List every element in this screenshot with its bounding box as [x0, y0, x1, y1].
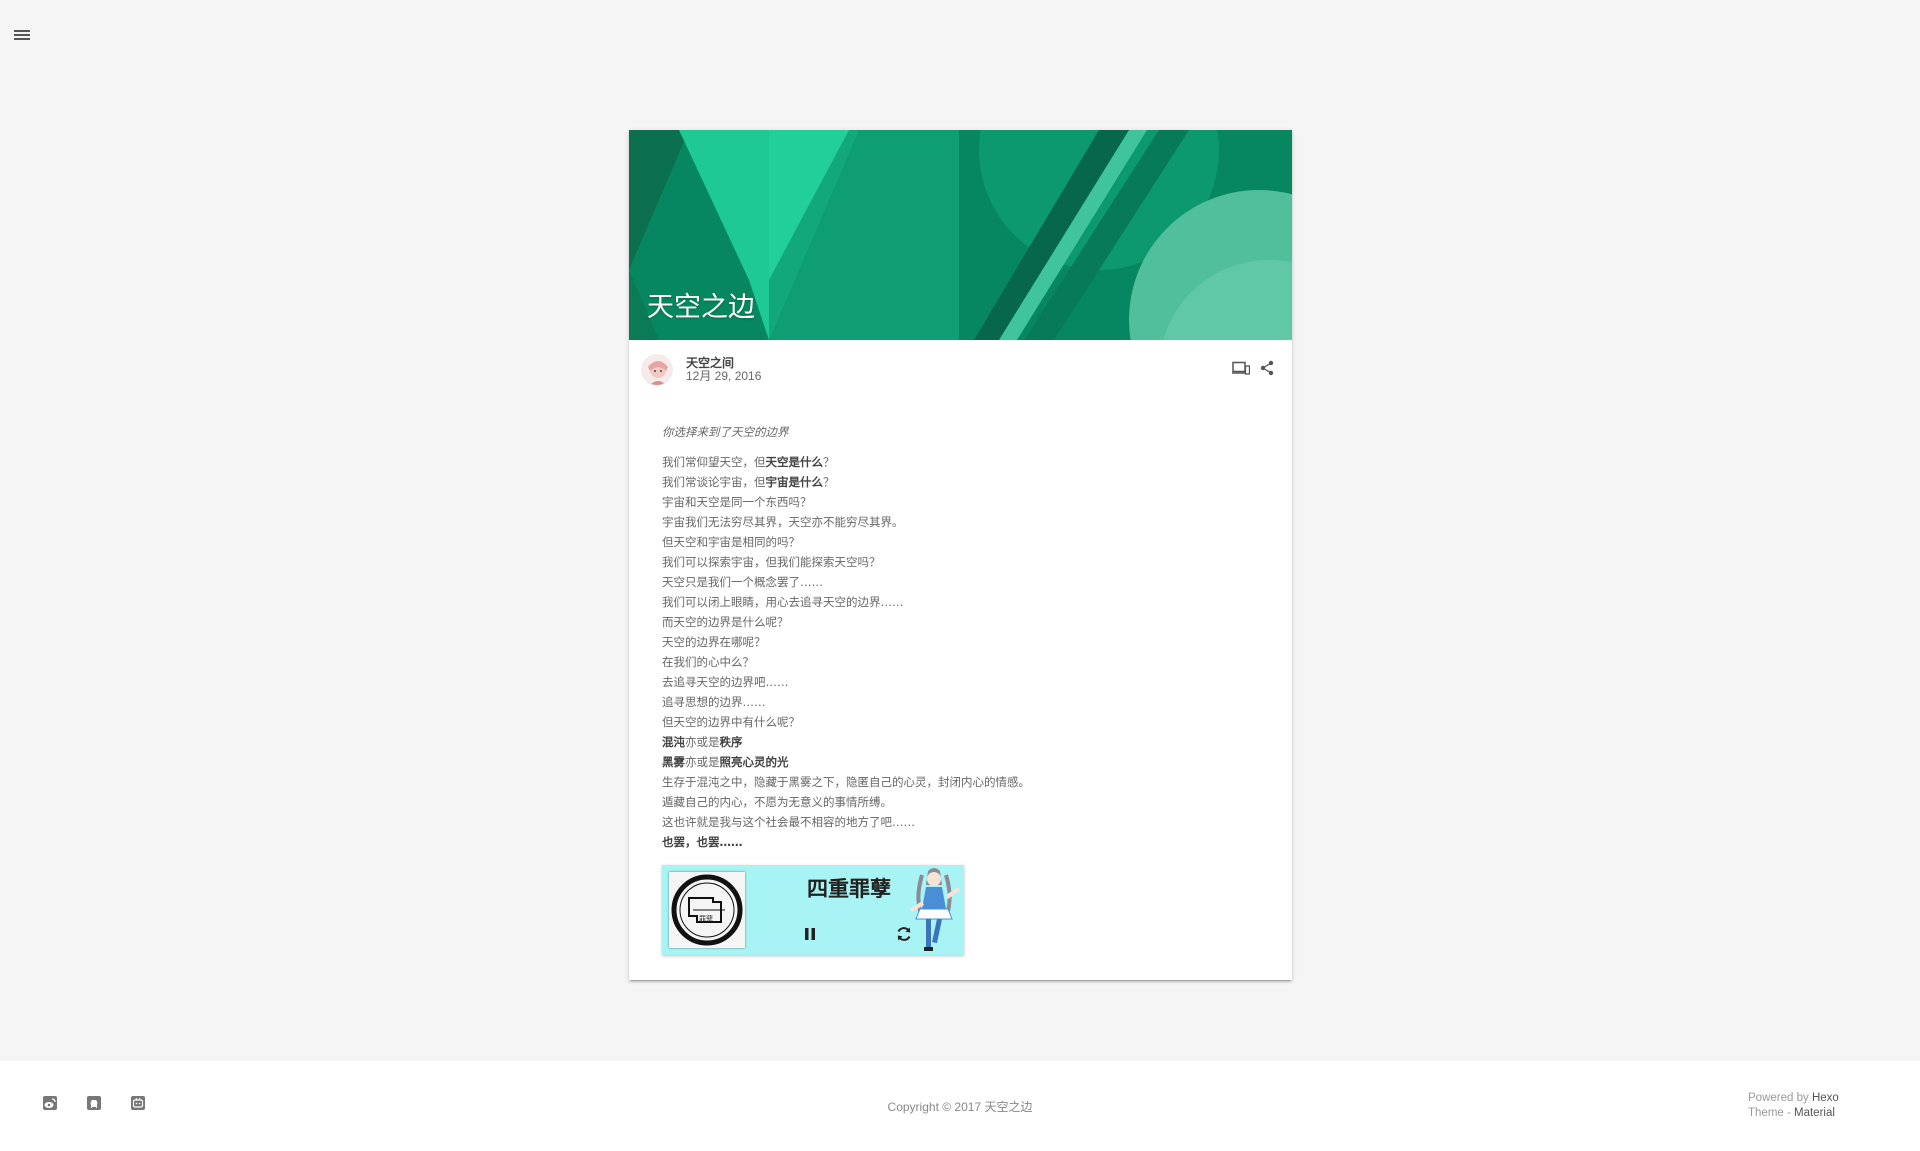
devices-icon[interactable]	[1232, 360, 1250, 376]
post-line-chaos: 混沌亦或是秩序	[662, 732, 1260, 752]
hamburger-menu-icon[interactable]	[14, 28, 34, 42]
theme-line: Theme - Material	[1748, 1106, 1839, 1121]
post-card: 天空之边 天空之间 12月 29, 2016 你选择来到了天空的边界 我们常仰望…	[629, 130, 1292, 980]
character-illustration	[904, 865, 964, 955]
post-line: 我们常仰望天空，但天空是什么？	[662, 452, 1260, 472]
post-line: 我们可以探索宇宙，但我们能探索天空吗？	[662, 552, 1260, 572]
post-line: 而天空的边界是什么呢？	[662, 612, 1260, 632]
post-lines: 我们常仰望天空，但天空是什么？ 我们常谈论宇宙，但宇宙是什么？ 宇宙和天空是同一个东…	[662, 452, 1260, 732]
dark-word: 黑雾	[662, 755, 685, 769]
light-word: 照亮心灵的光	[719, 755, 789, 769]
post-line-text: 我们可以探索宇宙，但我们能探索天空吗？	[662, 555, 881, 569]
post-line: 但天空的边界中有什么呢？	[662, 712, 1260, 732]
post-line-text: 但天空和宇宙是相同的吗？	[662, 535, 800, 549]
avatar[interactable]	[641, 354, 673, 386]
post-line: 宇宙和天空是同一个东西吗？	[662, 492, 1260, 512]
post-closing: 也罢，也罢……	[662, 832, 1260, 852]
post-content: 你选择来到了天空的边界 我们常仰望天空，但天空是什么？ 我们常谈论宇宙，但宇宙是什…	[629, 400, 1292, 955]
powered-by: Powered by Hexo Theme - Material	[1748, 1091, 1839, 1121]
post-line-text: 在我们的心中么？	[662, 655, 754, 669]
post-intro: 你选择来到了天空的边界	[662, 422, 1260, 442]
site-footer: Copyright © 2017 天空之边 Powered by Hexo Th…	[0, 1061, 1920, 1151]
post-line: 遁藏自己的内心，不愿为无意义的事情所缚。	[662, 795, 892, 809]
post-line-bold: 天空是什么	[765, 455, 824, 469]
post-meta: 天空之间 12月 29, 2016	[629, 340, 1292, 400]
chaos-mid: 亦或是	[685, 735, 720, 749]
theme-label: Theme -	[1748, 1107, 1795, 1119]
post-line-dark: 黑雾亦或是照亮心灵的光	[662, 752, 1260, 772]
cover-text: 罪孽	[699, 914, 713, 923]
post-line: 宇宙我们无法穷尽其界，天空亦不能穷尽其界。	[662, 512, 1260, 532]
post-title: 天空之边	[647, 292, 755, 323]
post-line: 在我们的心中么？	[662, 652, 1260, 672]
post-line-text: 去追寻天空的边界吧……	[662, 675, 789, 689]
post-line-tail: ？	[823, 475, 835, 489]
dark-mid: 亦或是	[685, 755, 720, 769]
post-line: 去追寻天空的边界吧……	[662, 672, 1260, 692]
intro-emphasis: 天空的边界	[731, 425, 789, 439]
post-line-bold: 宇宙是什么	[765, 475, 824, 489]
post-line: 但天空和宇宙是相同的吗？	[662, 532, 1260, 552]
post-line: 天空的边界在哪呢？	[662, 632, 1260, 652]
copyright-text: Copyright © 2017 天空之边	[887, 1100, 1033, 1114]
post-line-text: 宇宙我们无法穷尽其界，天空亦不能穷尽其界。	[662, 515, 904, 529]
post-line-text: 追寻思想的边界……	[662, 695, 766, 709]
post-line-tail: ？	[823, 455, 835, 469]
powered-by-label: Powered by	[1748, 1092, 1809, 1104]
closing-text: 也罢，也罢……	[662, 835, 743, 849]
song-title: 四重罪孽	[807, 877, 891, 901]
post-line-text: 我们常谈论宇宙，但	[662, 475, 766, 489]
post-line: 这也许就是我与这个社会最不相容的地方了吧……	[662, 815, 915, 829]
hexo-link[interactable]: Hexo	[1812, 1092, 1839, 1104]
powered-by-line: Powered by Hexo	[1748, 1091, 1839, 1106]
post-line-text: 我们常仰望天空，但	[662, 455, 766, 469]
post-banner: 天空之边	[629, 130, 1292, 340]
post-line-text: 宇宙和天空是同一个东西吗？	[662, 495, 812, 509]
post-line-text: 天空只是我们一个概念罢了……	[662, 575, 823, 589]
share-icon[interactable]	[1258, 360, 1276, 376]
order-word: 秩序	[719, 735, 743, 749]
post-line-text: 我们可以闭上眼睛，用心去追寻天空的边界……	[662, 595, 904, 609]
post-date: 12月 29, 2016	[686, 369, 762, 383]
post-line-text: 但天空的边界中有什么呢？	[662, 715, 800, 729]
music-player: 罪孽 四重罪孽	[662, 865, 964, 955]
album-cover[interactable]: 罪孽	[669, 872, 745, 948]
material-link[interactable]: Material	[1794, 1107, 1835, 1119]
post-line-text: 而天空的边界是什么呢？	[662, 615, 789, 629]
intro-prefix: 你选择来到了	[662, 425, 731, 439]
post-line: 我们可以闭上眼睛，用心去追寻天空的边界……	[662, 592, 1260, 612]
post-line-text: 天空的边界在哪呢？	[662, 635, 766, 649]
post-line: 天空只是我们一个概念罢了……	[662, 572, 1260, 592]
chaos-word: 混沌	[662, 735, 685, 749]
post-line: 我们常谈论宇宙，但宇宙是什么？	[662, 472, 1260, 492]
pause-icon[interactable]	[802, 926, 818, 942]
post-line: 追寻思想的边界……	[662, 692, 1260, 712]
post-line: 生存于混沌之中，隐藏于黑雾之下，隐匿自己的心灵，封闭内心的情感。	[662, 775, 1030, 789]
